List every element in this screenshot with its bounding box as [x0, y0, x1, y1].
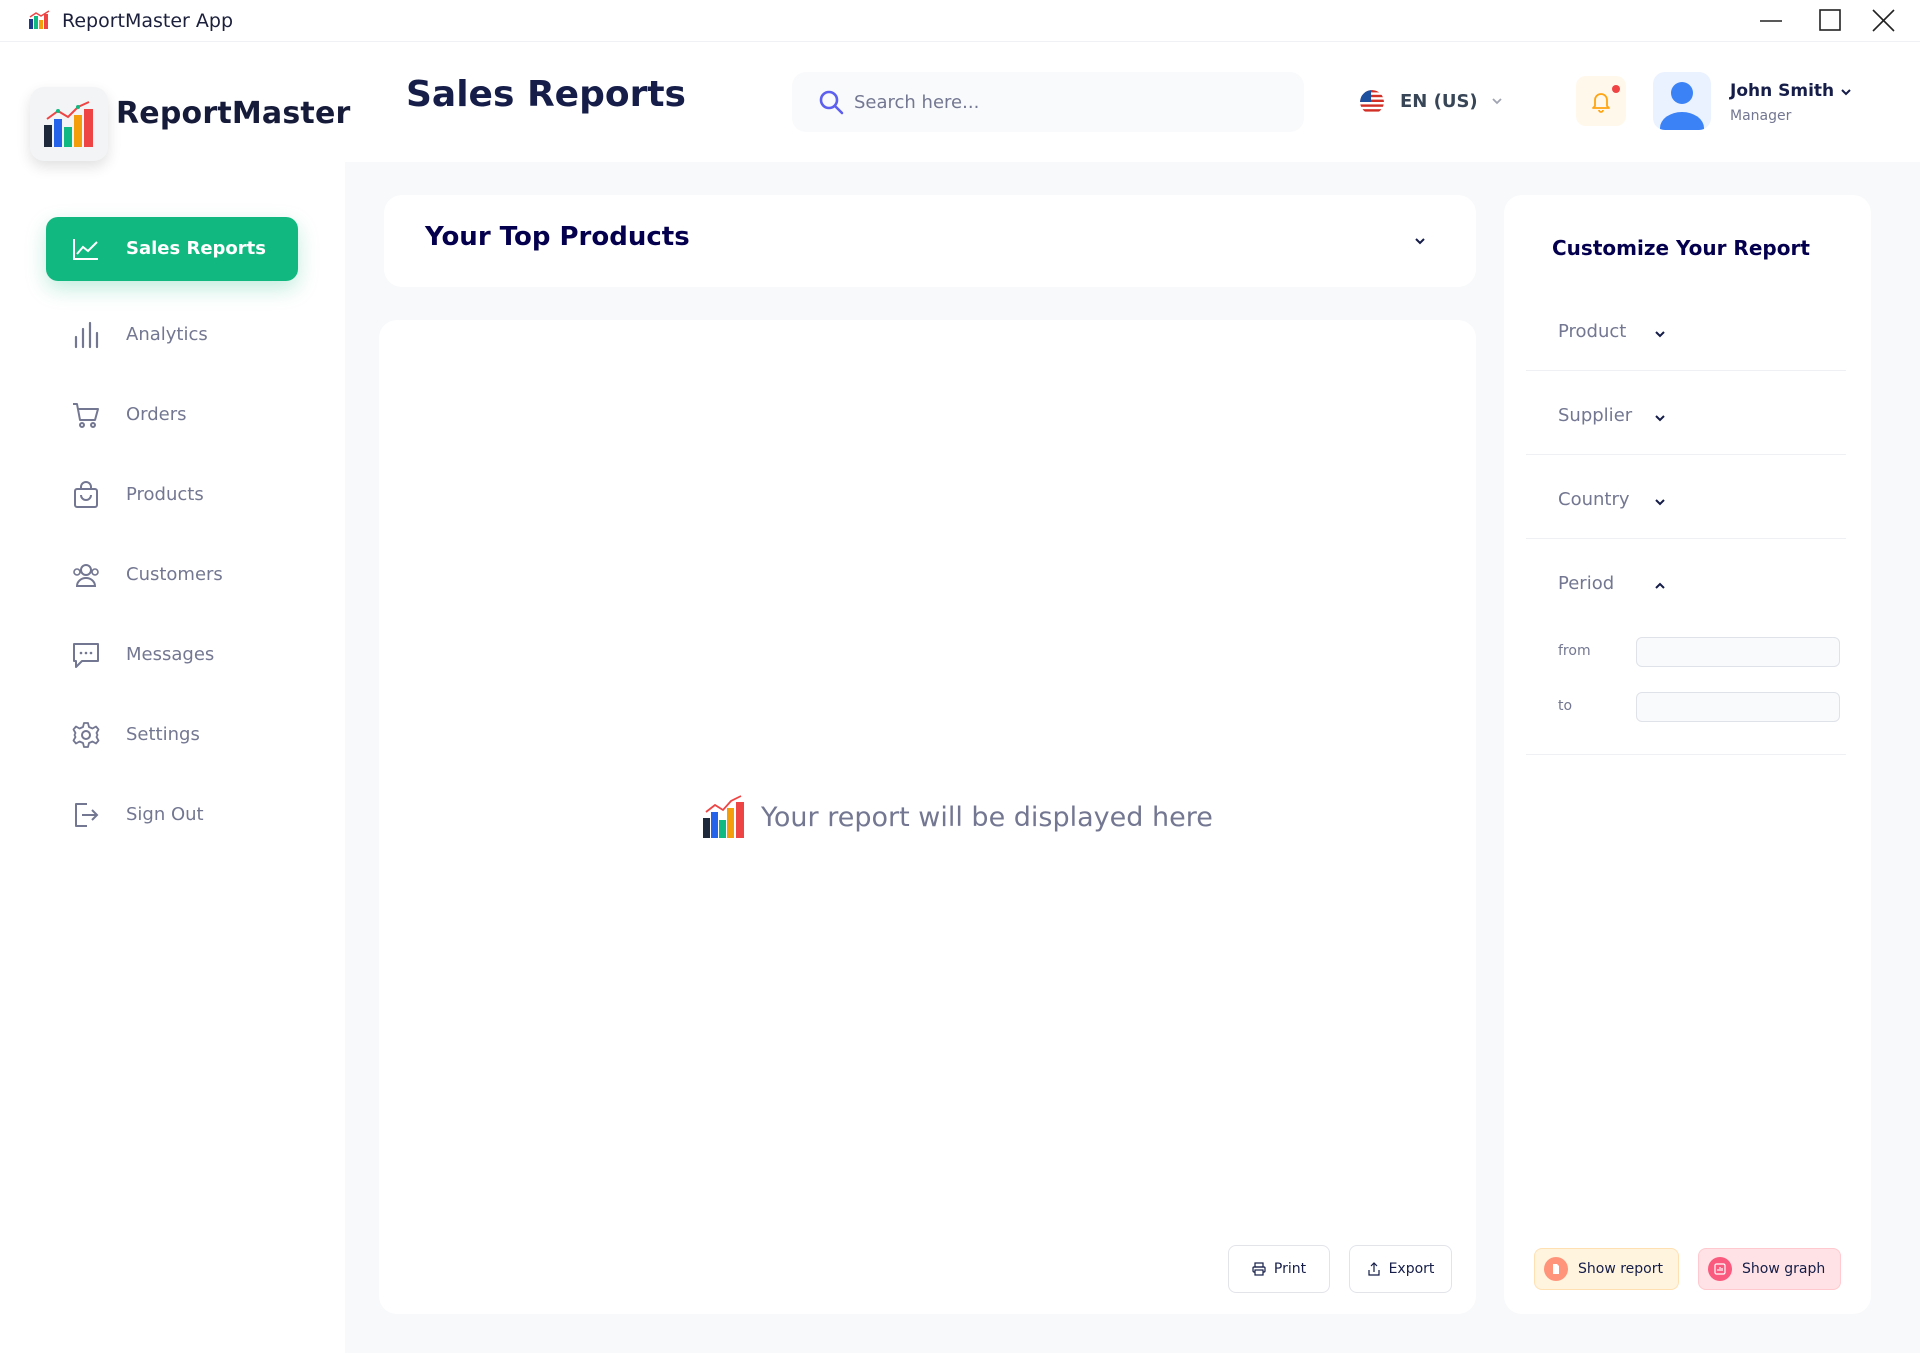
bell-icon [1592, 93, 1610, 113]
us-flag-icon [1360, 90, 1384, 114]
print-label: Print [1273, 1261, 1307, 1277]
export-label: Export [1388, 1261, 1435, 1277]
maximize-button[interactable] [1815, 8, 1845, 34]
user-menu-chevron-down-icon[interactable] [1838, 84, 1854, 100]
sign-out-icon [75, 803, 99, 827]
report-placeholder-text: Your report will be displayed here [761, 801, 1213, 833]
sidebar-item-label: Analytics [126, 324, 208, 345]
chevron-down-icon [1655, 499, 1665, 506]
period-to-input[interactable] [1636, 692, 1840, 722]
search-icon [819, 90, 844, 115]
sidebar-item-label: Sign Out [126, 804, 204, 825]
period-to-label: to [1558, 698, 1573, 714]
filter-label: Country [1558, 489, 1630, 510]
report-chart-icon [703, 795, 744, 838]
export-icon [1367, 1262, 1380, 1276]
report-display-card: Your report will be displayed here Print… [379, 320, 1476, 1314]
sidebar-item-messages[interactable]: Messages [46, 627, 298, 683]
sidebar-item-label: Orders [126, 404, 187, 425]
top-products-card[interactable]: Your Top Products [384, 195, 1476, 287]
line-chart-icon [73, 239, 98, 260]
sidebar-item-customers[interactable]: Customers [46, 547, 298, 603]
user-name: John Smith [1730, 81, 1835, 101]
sidebar-item-sales-reports[interactable]: Sales Reports [46, 217, 298, 281]
document-icon [1544, 1257, 1568, 1281]
show-report-label: Show report [1578, 1261, 1663, 1277]
print-button[interactable]: Print [1228, 1245, 1330, 1293]
brand-logo-icon [44, 101, 93, 147]
period-from-row: from [1558, 637, 1848, 667]
report-placeholder: Your report will be displayed here [701, 792, 1213, 842]
maximize-icon [1819, 9, 1841, 31]
product-filter[interactable]: Product [1526, 287, 1846, 371]
export-button[interactable]: Export [1349, 1245, 1452, 1293]
printer-icon [1252, 1262, 1266, 1276]
graph-icon [1708, 1257, 1732, 1281]
chevron-down-icon[interactable] [1412, 233, 1428, 249]
shopping-bag-icon [74, 481, 98, 508]
search-input[interactable] [854, 86, 1274, 118]
notifications-button[interactable] [1576, 76, 1626, 126]
sidebar-item-label: Customers [126, 564, 223, 585]
message-icon [73, 643, 99, 668]
title-bar: ReportMaster App [0, 0, 1920, 42]
customize-title: Customize Your Report [1552, 236, 1810, 260]
user-role: Manager [1730, 108, 1792, 124]
close-button[interactable] [1868, 8, 1898, 34]
filter-label: Product [1558, 321, 1627, 342]
sidebar: ReportMaster Sales Reports Analytics Ord… [0, 42, 350, 1353]
show-graph-button[interactable]: Show graph [1698, 1248, 1841, 1290]
minimize-icon [1760, 20, 1782, 22]
brand-logo [30, 87, 108, 161]
users-icon [73, 564, 99, 587]
sidebar-item-analytics[interactable]: Analytics [46, 307, 298, 363]
country-filter[interactable]: Country [1526, 455, 1846, 539]
sidebar-item-sign-out[interactable]: Sign Out [46, 787, 298, 843]
chevron-up-icon [1655, 582, 1665, 589]
cart-icon [73, 403, 99, 428]
top-products-title: Your Top Products [425, 222, 690, 252]
gear-icon [72, 722, 100, 748]
chevron-down-icon [1655, 415, 1665, 422]
sidebar-item-products[interactable]: Products [46, 467, 298, 523]
period-from-label: from [1558, 643, 1591, 659]
sidebar-item-label: Settings [126, 724, 200, 745]
divider [1526, 754, 1846, 755]
language-label: EN (US) [1400, 91, 1478, 112]
chevron-down-icon [1655, 331, 1665, 338]
language-selector[interactable]: EN (US) [1360, 88, 1510, 118]
show-graph-label: Show graph [1742, 1261, 1826, 1277]
avatar[interactable] [1653, 72, 1711, 130]
filter-label: Period [1558, 573, 1615, 594]
page-title: Sales Reports [406, 74, 686, 115]
app-logo-icon [29, 10, 50, 29]
customize-report-panel: Customize Your Report Product Supplier C… [1504, 195, 1871, 1314]
minimize-button[interactable] [1756, 8, 1786, 34]
filter-label: Supplier [1558, 405, 1633, 426]
period-filter[interactable]: Period [1526, 539, 1846, 623]
sidebar-item-label: Products [126, 484, 204, 505]
sidebar-item-label: Messages [126, 644, 215, 665]
period-from-input[interactable] [1636, 637, 1840, 667]
show-report-button[interactable]: Show report [1534, 1248, 1679, 1290]
brand-name: ReportMaster [116, 96, 351, 131]
bar-chart-icon [74, 321, 99, 349]
period-to-row: to [1558, 692, 1848, 722]
supplier-filter[interactable]: Supplier [1526, 371, 1846, 455]
chevron-down-icon [1492, 98, 1502, 105]
user-avatar-icon [1660, 82, 1704, 130]
notification-dot [1612, 85, 1620, 93]
sidebar-item-settings[interactable]: Settings [46, 707, 298, 763]
sidebar-item-label: Sales Reports [126, 238, 266, 259]
search-bar[interactable] [792, 72, 1304, 132]
close-icon [1872, 9, 1895, 32]
sidebar-item-orders[interactable]: Orders [46, 387, 298, 443]
window-title: ReportMaster App [62, 10, 234, 32]
